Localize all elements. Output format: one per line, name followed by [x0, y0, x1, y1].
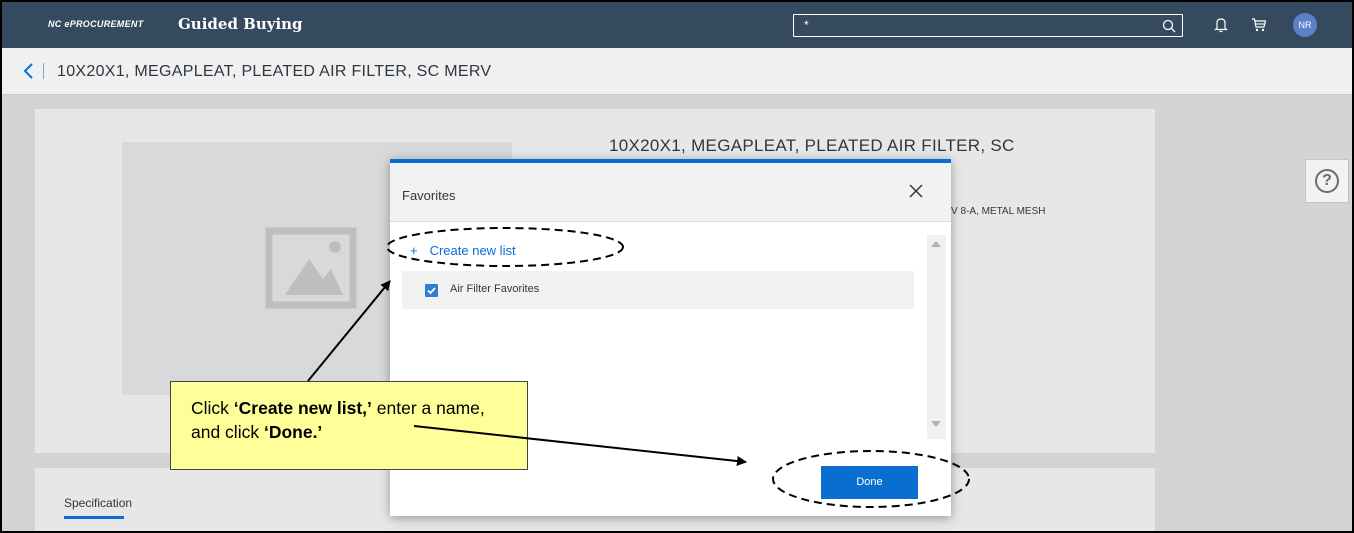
help-button[interactable]: ? — [1305, 159, 1349, 203]
page-header: 10X20X1, MEGAPLEAT, PLEATED AIR FILTER, … — [2, 48, 1352, 95]
plus-icon: + — [410, 243, 418, 258]
tab-active-indicator — [64, 516, 124, 519]
list-item[interactable]: Air Filter Favorites — [402, 271, 914, 309]
bell-icon[interactable] — [1212, 16, 1230, 34]
close-icon[interactable] — [907, 182, 925, 200]
top-bar: NC ePROCUREMENT Guided Buying * NR — [2, 2, 1352, 48]
callout-text-1: Click — [191, 398, 234, 418]
scrollbar[interactable] — [927, 235, 946, 439]
create-new-list-link[interactable]: + Create new list — [410, 243, 516, 258]
image-placeholder-icon — [265, 227, 357, 309]
help-icon: ? — [1315, 169, 1339, 193]
callout-bold-2: ‘Done.’ — [263, 422, 323, 442]
app-title[interactable]: Guided Buying — [178, 15, 303, 33]
divider — [43, 63, 44, 79]
callout-bold-1: ‘Create new list,’ — [233, 398, 372, 418]
tab-specification[interactable]: Specification — [64, 496, 132, 510]
back-chevron-icon[interactable] — [22, 61, 36, 81]
search-value: * — [804, 18, 809, 32]
dialog-title: Favorites — [402, 188, 456, 203]
create-new-list-label: Create new list — [429, 243, 516, 258]
scroll-down-icon[interactable] — [931, 421, 941, 427]
scroll-up-icon[interactable] — [931, 241, 941, 247]
search-icon[interactable] — [1162, 19, 1176, 33]
instruction-callout: Click ‘Create new list,’ enter a name, a… — [170, 381, 528, 470]
product-title: 10X20X1, MEGAPLEAT, PLEATED AIR FILTER, … — [609, 136, 1015, 155]
cart-icon[interactable] — [1250, 16, 1268, 34]
search-input[interactable]: * — [793, 14, 1183, 37]
done-button[interactable]: Done — [821, 466, 918, 499]
brand-logo-text: NC ePROCUREMENT — [48, 19, 144, 29]
screen-frame: NC ePROCUREMENT Guided Buying * NR 10X20… — [0, 0, 1354, 533]
dialog-header: Favorites — [390, 163, 951, 222]
product-description: V 8-A, METAL MESH — [951, 206, 1046, 217]
list-checkbox[interactable] — [425, 284, 438, 297]
page-title: 10X20X1, MEGAPLEAT, PLEATED AIR FILTER, … — [57, 63, 492, 80]
checkmark-icon — [427, 287, 436, 295]
list-item-label: Air Filter Favorites — [450, 283, 540, 295]
avatar[interactable]: NR — [1293, 13, 1317, 37]
